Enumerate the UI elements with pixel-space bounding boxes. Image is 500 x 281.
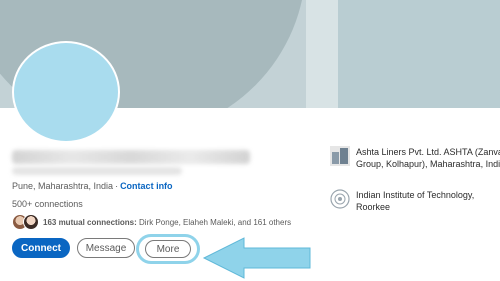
profile-actions: Connect Message xyxy=(12,238,135,258)
message-button[interactable]: Message xyxy=(77,238,135,258)
mutual-names: Dirk Ponge, Elaheh Maleki, and 161 other… xyxy=(139,217,292,227)
university-logo-icon xyxy=(330,189,350,209)
education[interactable]: Indian Institute of Technology, Roorkee xyxy=(330,189,500,213)
banner-panel xyxy=(338,0,500,108)
company-logo-icon xyxy=(330,146,350,166)
redacted-headline xyxy=(12,167,182,175)
mutual-count: 163 mutual connections: xyxy=(43,217,137,227)
connections-count[interactable]: 500+ connections xyxy=(12,199,83,209)
location-text: Pune, Maharashtra, India xyxy=(12,181,114,191)
more-button[interactable]: More xyxy=(145,240,191,258)
banner-band xyxy=(306,0,338,108)
more-highlight: More xyxy=(136,234,200,264)
mutual-avatar-2 xyxy=(23,214,39,230)
profile-card: Pune, Maharashtra, India · Contact info 50… xyxy=(0,0,500,281)
school-name: Indian Institute of Technology, Roorkee xyxy=(356,190,475,212)
separator-dot: · xyxy=(115,181,119,191)
profile-avatar[interactable] xyxy=(12,41,120,143)
profile-location-row: Pune, Maharashtra, India · Contact info xyxy=(12,181,173,191)
mutual-connections-text: 163 mutual connections: Dirk Ponge, Elah… xyxy=(43,218,291,227)
redacted-name xyxy=(12,150,250,164)
mutual-connections[interactable]: 163 mutual connections: Dirk Ponge, Elah… xyxy=(12,213,291,231)
company-name: Ashta Liners Pvt. Ltd. ASHTA (Zanvar Gro… xyxy=(356,147,500,169)
contact-info-link[interactable]: Contact info xyxy=(120,181,173,191)
current-company[interactable]: Ashta Liners Pvt. Ltd. ASHTA (Zanvar Gro… xyxy=(330,146,500,170)
pointer-arrow-icon xyxy=(202,237,311,279)
connect-button[interactable]: Connect xyxy=(12,238,70,258)
